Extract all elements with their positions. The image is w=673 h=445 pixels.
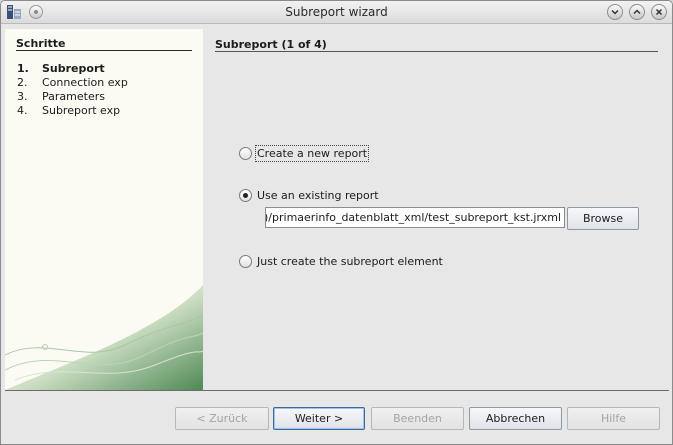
- just-create-element-label[interactable]: Just create the subreport element: [257, 255, 443, 268]
- minimize-icon: [611, 9, 619, 15]
- cancel-button[interactable]: Abbrechen: [469, 407, 562, 430]
- maximize-button[interactable]: [629, 4, 645, 20]
- step-label: Subreport: [42, 62, 105, 75]
- step-number: 4.: [17, 104, 28, 117]
- report-path-value: )/primaerinfo_datenblatt_xml/test_subrep…: [265, 211, 561, 224]
- step-item-connection: 2. Connection exp: [17, 76, 128, 90]
- just-create-element-option[interactable]: Just create the subreport element: [239, 253, 443, 269]
- subreport-wizard-window: Subreport wizard Schritte 1.Subreport 2: [0, 0, 673, 445]
- use-existing-report-radio[interactable]: [239, 188, 252, 202]
- create-new-report-option[interactable]: Create a new report: [239, 144, 370, 162]
- step-label: Subreport exp: [42, 104, 121, 117]
- window-title: Subreport wizard: [285, 5, 388, 19]
- back-button[interactable]: < Zurück: [175, 407, 269, 430]
- next-button[interactable]: Weiter >: [273, 407, 365, 430]
- finish-button[interactable]: Beenden: [371, 407, 464, 430]
- step-label: Parameters: [42, 90, 105, 103]
- steps-list: 1. Subreport 2. Connection exp 3. Parameter…: [17, 62, 128, 118]
- steps-panel: Schritte 1. Subreport 2. Connection exp 3.…: [5, 29, 203, 390]
- close-button[interactable]: [651, 4, 667, 20]
- steps-header-divider: [16, 50, 192, 51]
- create-new-report-label[interactable]: Create a new report: [254, 144, 370, 162]
- browse-button[interactable]: Browse: [567, 207, 639, 230]
- wizard-decoration-image: [5, 285, 203, 390]
- use-existing-report-label[interactable]: Use an existing report: [257, 189, 379, 202]
- report-path-field[interactable]: )/primaerinfo_datenblatt_xml/test_subrep…: [265, 207, 565, 228]
- steps-header: Schritte: [16, 37, 66, 50]
- close-icon: [655, 8, 663, 16]
- page-title: Subreport (1 of 4): [215, 38, 327, 51]
- just-create-element-radio[interactable]: [239, 254, 252, 268]
- step-label: Connection exp: [42, 76, 128, 89]
- step-item-subreport: 1. Subreport: [17, 62, 128, 76]
- step-number: 1.: [17, 62, 29, 75]
- use-existing-report-option[interactable]: Use an existing report: [239, 187, 379, 203]
- minimize-button[interactable]: [607, 4, 623, 20]
- step-number: 2.: [17, 76, 28, 89]
- footer-divider: [5, 390, 669, 391]
- create-new-report-radio[interactable]: [239, 146, 252, 160]
- maximize-icon: [633, 9, 641, 15]
- step-number: 3.: [17, 90, 28, 103]
- wizard-content-panel: Subreport (1 of 4) Create a new report U…: [203, 29, 669, 390]
- step-item-parameters: 3. Parameters: [17, 90, 128, 104]
- title-bar: Subreport wizard: [1, 1, 672, 24]
- step-item-subreport-exp: 4. Subreport exp: [17, 104, 128, 118]
- page-title-divider: [215, 51, 658, 52]
- help-button[interactable]: Hilfe: [567, 407, 660, 430]
